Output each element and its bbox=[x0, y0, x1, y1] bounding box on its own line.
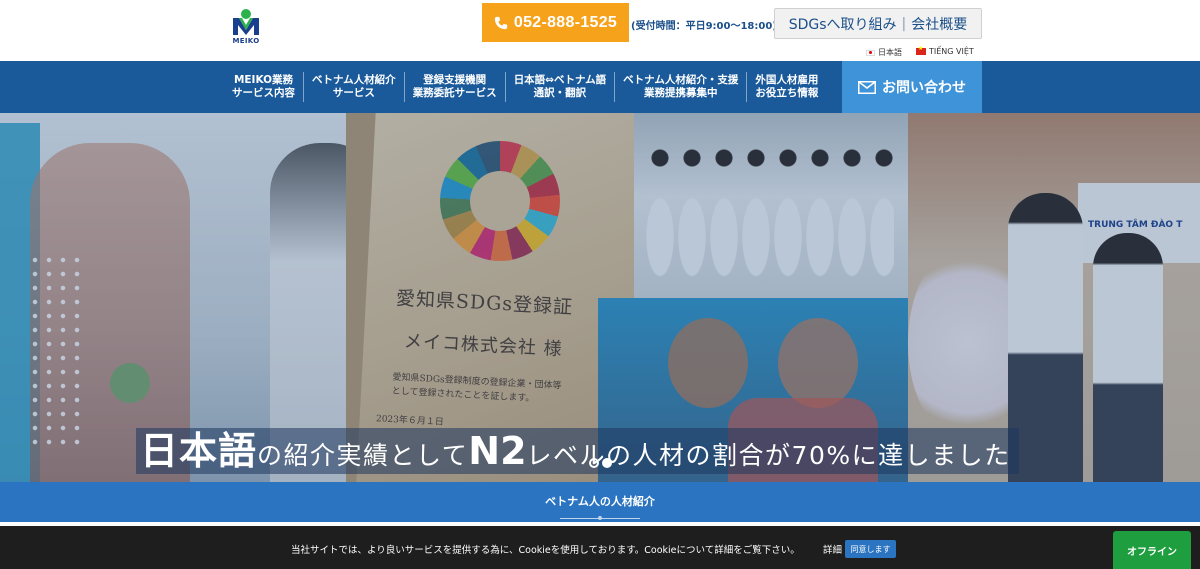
sdgs-link[interactable]: SDGsへ取り組み bbox=[789, 14, 897, 34]
company-overview-link[interactable]: 会社概要 bbox=[911, 14, 967, 34]
chat-status-button[interactable]: オフライン bbox=[1113, 531, 1191, 569]
lang-vietnamese-label: TIẾNG VIỆT bbox=[929, 47, 974, 56]
cookie-agree-button[interactable]: 同意します bbox=[845, 540, 896, 558]
slider-dot[interactable] bbox=[589, 458, 599, 468]
contact-label: お問い合わせ bbox=[882, 80, 966, 96]
logo-text: MEIKO bbox=[232, 37, 260, 45]
nav-items: MEIKO業務 サービス内容 ベトナム人材紹介 サービス 登録支援機関 業務委託… bbox=[224, 61, 826, 113]
phone-button[interactable]: 052-888-1525 bbox=[482, 3, 629, 42]
main-nav: MEIKO業務 サービス内容 ベトナム人材紹介 サービス 登録支援機関 業務委託… bbox=[0, 61, 1200, 113]
lang-vietnamese[interactable]: TIẾNG VIỆT bbox=[916, 45, 974, 56]
lang-japanese-label: 日本語 bbox=[878, 48, 902, 57]
sdgs-company-links: SDGsへ取り組み | 会社概要 bbox=[774, 8, 982, 39]
slider-dot-active[interactable] bbox=[602, 458, 612, 468]
mail-icon bbox=[858, 80, 876, 94]
slider-dots bbox=[589, 458, 612, 468]
cookie-text: 当社サイトでは、より良いサービスを提供する為に、Cookieを使用しております。… bbox=[291, 545, 800, 556]
meiko-logo-icon bbox=[233, 9, 259, 35]
phone-number: 052-888-1525 bbox=[513, 13, 618, 31]
nav-item-meiko-services[interactable]: MEIKO業務 サービス内容 bbox=[224, 72, 304, 102]
phone-icon bbox=[494, 16, 507, 29]
vietnam-flag-icon bbox=[916, 45, 926, 55]
hero-slider: 愛知県SDGs登録証 メイコ株式会社 様 愛知県SDGs登録制度の登録企業・団体… bbox=[0, 113, 1200, 482]
nav-item-translation[interactable]: 日本語⇔ベトナム語 通訳・翻訳 bbox=[506, 72, 616, 102]
cookie-notice: 当社サイトでは、より良いサービスを提供する為に、Cookieを使用しております。… bbox=[0, 526, 1200, 569]
nav-item-vietnam-staffing[interactable]: ベトナム人材紹介 サービス bbox=[304, 72, 405, 102]
nav-item-partnership[interactable]: ベトナム人材紹介・支援 業務提携募集中 bbox=[615, 72, 748, 102]
section-title: ベトナム人の人材紹介 bbox=[545, 495, 655, 508]
nav-item-registered-support[interactable]: 登録支援機関 業務委託サービス bbox=[405, 72, 506, 102]
cookie-details-link[interactable]: 詳細 bbox=[823, 542, 842, 556]
hero-caption: 日本語 の紹介実績として N2 レベルの人材の割合が70%に達しました bbox=[136, 428, 1019, 474]
japan-flag-icon bbox=[866, 49, 875, 56]
phone-hours: (受付時間：平日9:00〜18:00) bbox=[631, 21, 777, 32]
lang-japanese[interactable]: 日本語 bbox=[866, 47, 902, 58]
link-separator: | bbox=[901, 15, 907, 32]
nav-item-useful-info[interactable]: 外国人材雇用 お役立ち情報 bbox=[747, 72, 826, 102]
site-header: MEIKO 052-888-1525 (受付時間：平日9:00〜18:00) S… bbox=[0, 0, 1200, 61]
meiko-logo[interactable]: MEIKO bbox=[228, 8, 264, 48]
contact-button[interactable]: お問い合わせ bbox=[842, 61, 982, 113]
